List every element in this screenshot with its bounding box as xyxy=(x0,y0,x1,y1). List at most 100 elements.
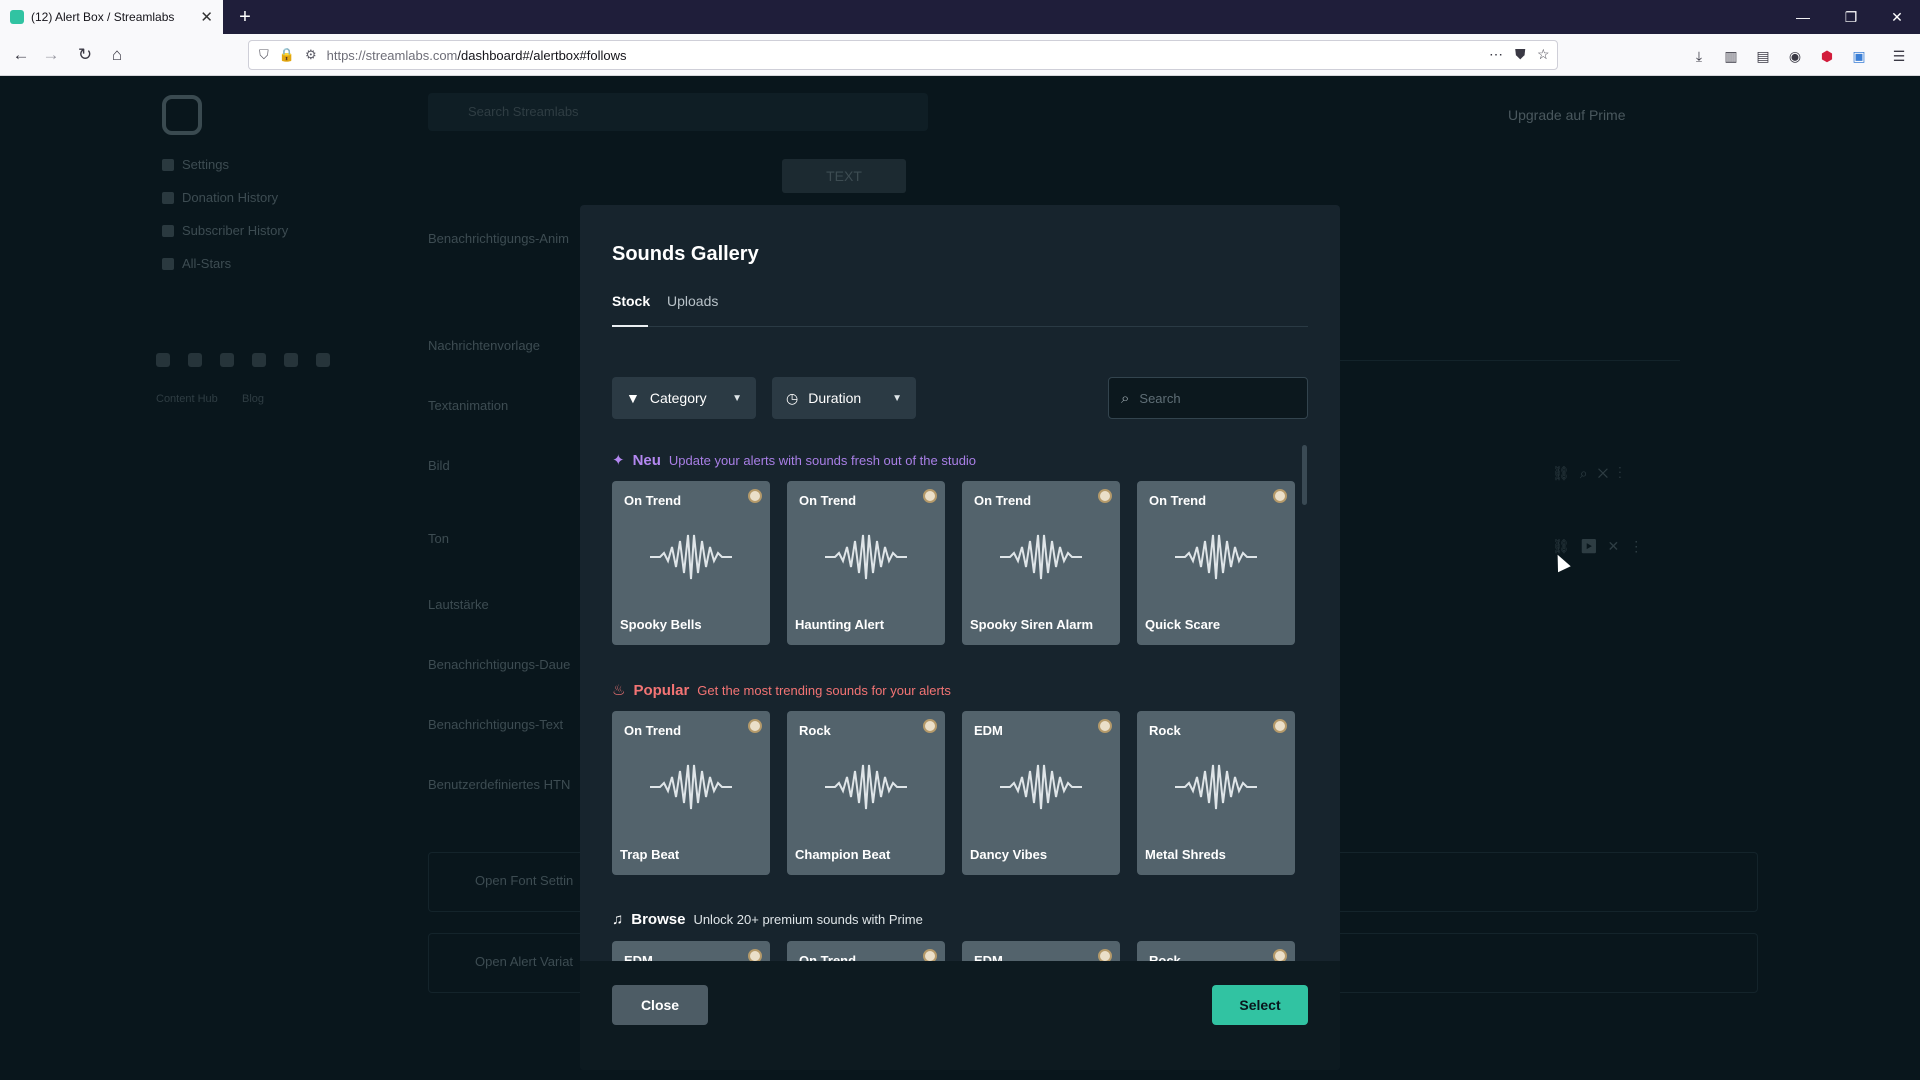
instagram-icon xyxy=(252,353,266,367)
forward-icon[interactable]: → xyxy=(38,42,64,68)
sound-card[interactable]: EDM Dancy Vibes xyxy=(962,711,1120,875)
chevron-down-icon: ▼ xyxy=(732,392,742,404)
prime-badge-icon xyxy=(1098,719,1112,733)
section-popular-header: ♨ Popular Get the most trending sounds f… xyxy=(612,681,951,700)
category-dropdown[interactable]: ▼ Category ▼ xyxy=(612,377,756,419)
permissions-icon[interactable]: ⚙ xyxy=(305,47,317,63)
sound-tag: Rock xyxy=(1149,723,1181,738)
close-button[interactable]: Close xyxy=(612,985,708,1025)
sidebar-toggle-icon[interactable]: ▤ xyxy=(1754,47,1772,65)
sound-tag: Rock xyxy=(799,723,831,738)
gallery-search[interactable]: ⌕ xyxy=(1108,377,1308,419)
reload-icon[interactable]: ↻ xyxy=(72,42,98,68)
maximize-button[interactable]: ❐ xyxy=(1828,0,1874,34)
sound-tag: EDM xyxy=(974,723,1003,738)
waveform-icon xyxy=(1175,764,1257,810)
waveform-icon xyxy=(825,534,907,580)
page-actions-icon[interactable]: ⋯ xyxy=(1489,46,1503,63)
download-icon[interactable]: ⤓ xyxy=(1690,47,1708,65)
sound-card[interactable]: On Trend Trap Beat xyxy=(612,711,770,875)
modal-footer: Close Select xyxy=(580,961,1340,1070)
music-note-icon: ♫ xyxy=(612,911,624,928)
select-button[interactable]: Select xyxy=(1212,985,1308,1025)
bg-field xyxy=(1340,333,1680,361)
waveform-icon xyxy=(650,534,732,580)
gallery-scrollbar[interactable] xyxy=(1302,445,1307,505)
waveform-icon xyxy=(1000,764,1082,810)
active-tab-indicator xyxy=(612,325,648,327)
sounds-gallery-modal: Sounds Gallery Stock Uploads ▼ Category … xyxy=(580,205,1340,1070)
browser-nav-bar: ← → ↻ ⌂ ⛉ 🔒 ⚙ https://streamlabs.com/das… xyxy=(0,34,1920,76)
bg-label: Ton xyxy=(428,531,449,546)
gallery-search-input[interactable] xyxy=(1139,390,1280,406)
lock-icon[interactable]: 🔒 xyxy=(279,47,295,63)
category-label: Category xyxy=(649,390,707,406)
sound-card[interactable]: On Trend Haunting Alert xyxy=(787,481,945,645)
section-neu-header: ✦ Neu Update your alerts with sounds fre… xyxy=(612,451,977,470)
sound-card[interactable]: On Trend Spooky Siren Alarm xyxy=(962,481,1120,645)
sound-name: Dancy Vibes xyxy=(970,847,1048,862)
tab-stock[interactable]: Stock xyxy=(612,293,650,309)
prime-badge-icon xyxy=(1098,489,1112,503)
gallery-tabs: Stock Uploads xyxy=(612,293,1308,327)
adblock-icon[interactable]: ⬢ xyxy=(1818,47,1836,65)
section-description: Get the most trending sounds for your al… xyxy=(697,682,951,698)
sound-tag: On Trend xyxy=(974,493,1032,508)
sound-tag: On Trend xyxy=(1149,493,1207,508)
filter-icon: ▼ xyxy=(626,390,640,406)
sound-tag: On Trend xyxy=(799,493,857,508)
subscriber-icon xyxy=(162,224,174,237)
new-tab-button[interactable]: + xyxy=(232,4,258,30)
url-text: https://streamlabs.com/dashboard#/alertb… xyxy=(326,47,627,63)
section-description: Update your alerts with sounds fresh out… xyxy=(668,452,977,468)
library-icon[interactable]: ▥ xyxy=(1722,47,1740,65)
waveform-icon xyxy=(825,764,907,810)
shield-icon[interactable]: ⛉ xyxy=(259,47,269,63)
waveform-icon xyxy=(1175,534,1257,580)
sound-tag: On Trend xyxy=(624,723,682,738)
fire-icon: ♨ xyxy=(612,682,626,699)
bg-label: Benachrichtigungs-Anim xyxy=(428,231,569,246)
sound-card[interactable]: Rock Champion Beat xyxy=(787,711,945,875)
bookmark-star-icon[interactable]: ☆ xyxy=(1537,46,1550,63)
sound-name: Spooky Siren Alarm xyxy=(970,617,1094,632)
sound-name: Champion Beat xyxy=(795,847,891,862)
twitter-icon xyxy=(156,353,170,367)
browser-tab[interactable]: (12) Alert Box / Streamlabs ✕ xyxy=(0,0,223,34)
prime-badge-icon xyxy=(748,719,762,733)
pocket-icon[interactable]: ⛊ xyxy=(1515,46,1526,63)
sidebar-item-subscriber-history: Subscriber History xyxy=(162,223,288,238)
tab-uploads[interactable]: Uploads xyxy=(667,293,718,309)
modal-title: Sounds Gallery xyxy=(612,243,759,265)
tab-close-icon[interactable]: ✕ xyxy=(200,8,213,26)
sound-card[interactable]: Rock Metal Shreds xyxy=(1137,711,1295,875)
minimize-button[interactable]: — xyxy=(1780,0,1826,34)
sound-card[interactable]: On Trend Quick Scare xyxy=(1137,481,1295,645)
blog-link: Blog xyxy=(242,393,265,405)
facebook-icon xyxy=(284,353,298,367)
bg-label: Nachrichtenvorlage xyxy=(428,338,541,353)
youtube-icon xyxy=(220,353,234,367)
duration-dropdown[interactable]: ◷ Duration ▼ xyxy=(772,377,916,419)
address-bar[interactable]: ⛉ 🔒 ⚙ https://streamlabs.com/dashboard#/… xyxy=(248,40,1558,70)
clock-icon: ◷ xyxy=(786,389,799,406)
streamlabs-favicon-icon xyxy=(10,10,24,24)
section-title: Browse xyxy=(631,911,686,928)
bg-label: Benachrichtigungs-Text xyxy=(428,717,564,732)
bg-label: Benachrichtigungs-Daue xyxy=(428,657,571,672)
dashboard-search: Search Streamlabs xyxy=(428,93,928,131)
bg-label: Bild xyxy=(428,458,450,473)
sound-card[interactable]: On Trend Spooky Bells xyxy=(612,481,770,645)
account-icon[interactable]: ◉ xyxy=(1786,47,1804,65)
settings-icon xyxy=(162,158,174,171)
chevron-down-icon: ▼ xyxy=(892,392,902,404)
sound-name: Metal Shreds xyxy=(1145,847,1226,862)
back-icon[interactable]: ← xyxy=(8,42,34,68)
home-icon[interactable]: ⌂ xyxy=(104,42,130,68)
menu-icon[interactable]: ☰ xyxy=(1890,47,1908,65)
window-close-button[interactable]: ✕ xyxy=(1874,0,1920,34)
extension-icon[interactable]: ▣ xyxy=(1850,47,1868,65)
sound-gallery-list[interactable]: ✦ Neu Update your alerts with sounds fre… xyxy=(612,443,1308,971)
sidebar-item-all-stars: All-Stars xyxy=(162,256,231,271)
bg-label: Textanimation xyxy=(428,398,509,413)
